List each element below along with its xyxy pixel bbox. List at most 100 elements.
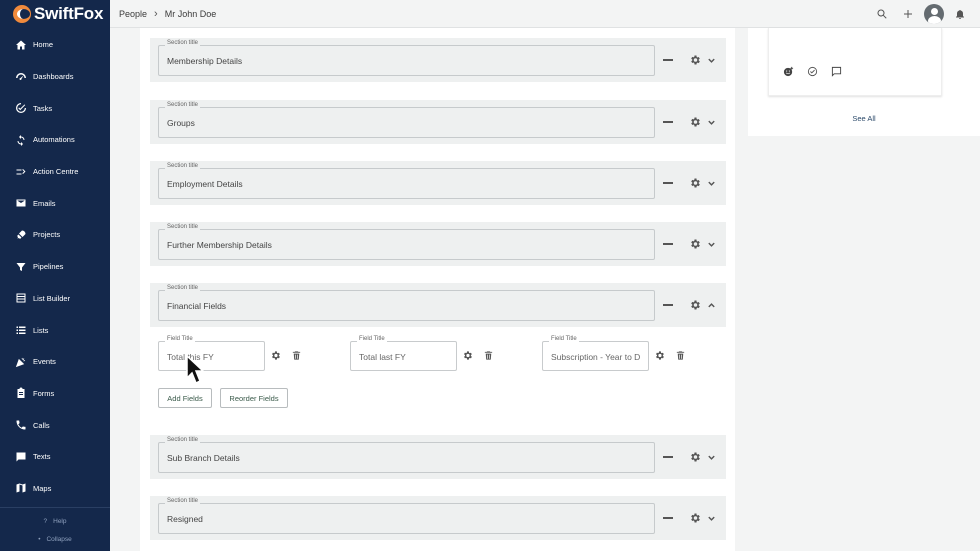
field-label: Section title	[165, 224, 201, 230]
chevron-up-icon[interactable]	[707, 301, 716, 310]
sidebar-item-events[interactable]: Events	[0, 346, 110, 378]
field-value: Membership Details	[167, 56, 243, 66]
drag-handle-icon[interactable]	[663, 57, 673, 62]
sidebar-item-label: Home	[33, 40, 54, 50]
field-actions	[462, 350, 504, 361]
sidebar-item-label: Emails	[33, 198, 56, 208]
chevron-down-icon[interactable]	[707, 118, 716, 127]
drag-handle-icon[interactable]	[663, 454, 673, 459]
section-row: Section title Employment Details	[150, 161, 726, 205]
section-row: Section title Sub Branch Details	[150, 435, 726, 479]
gear-icon[interactable]	[270, 350, 281, 361]
add-fields-button[interactable]: Add Fields	[158, 388, 212, 408]
user-avatar[interactable]	[924, 4, 944, 24]
field-label: Section title	[165, 285, 201, 291]
chevron-down-icon[interactable]	[707, 56, 716, 65]
activity-actions	[783, 66, 855, 77]
trash-icon[interactable]	[483, 350, 494, 361]
gear-icon[interactable]	[689, 238, 701, 250]
sidebar-item-label: Pipelines	[33, 262, 64, 272]
sidebar: SwiftFox Home Dashboards Tasks Automatio…	[0, 0, 110, 551]
section-title-field[interactable]: Section title Membership Details	[158, 40, 655, 76]
drag-handle-icon[interactable]	[663, 515, 673, 520]
financial-field-input[interactable]: Field Title Subscription - Year to D	[542, 336, 649, 371]
search-icon[interactable]	[872, 4, 892, 24]
gear-icon[interactable]	[689, 54, 701, 66]
help-icon: ?	[43, 517, 48, 525]
section-title-field[interactable]: Section title Financial Fields	[158, 285, 655, 321]
drag-handle-icon[interactable]	[663, 302, 673, 307]
sidebar-item-label: Tasks	[33, 103, 53, 113]
phone-icon	[15, 419, 27, 431]
chevron-down-icon[interactable]	[707, 179, 716, 188]
gear-icon[interactable]	[654, 350, 665, 361]
gear-icon[interactable]	[689, 451, 701, 463]
drag-handle-icon[interactable]	[663, 180, 673, 185]
sidebar-item-calls[interactable]: Calls	[0, 409, 110, 441]
financial-field-input[interactable]: Field Title Total this FY	[158, 336, 265, 371]
clipboard-icon	[15, 387, 27, 399]
comment-icon[interactable]	[831, 66, 842, 77]
trash-icon[interactable]	[291, 350, 302, 361]
sidebar-item-home[interactable]: Home	[0, 29, 110, 61]
list-icon	[15, 324, 27, 336]
field-value: Total last FY	[359, 352, 406, 362]
trash-icon[interactable]	[675, 350, 686, 361]
bell-icon[interactable]	[950, 4, 970, 24]
sidebar-item-forms[interactable]: Forms	[0, 378, 110, 410]
field-label: Section title	[165, 163, 201, 169]
section-row: Section title Further Membership Details	[150, 222, 726, 266]
sidebar-item-tasks[interactable]: Tasks	[0, 92, 110, 124]
collapse-label: Collapse	[46, 535, 72, 543]
check-circle-icon	[15, 102, 27, 114]
sidebar-item-maps[interactable]: Maps	[0, 473, 110, 505]
reorder-fields-button[interactable]: Reorder Fields	[220, 388, 288, 408]
chevron-down-icon[interactable]	[707, 453, 716, 462]
sidebar-item-automations[interactable]: Automations	[0, 124, 110, 156]
gear-icon[interactable]	[689, 299, 701, 311]
sidebar-item-pipelines[interactable]: Pipelines	[0, 251, 110, 283]
filter-icon	[15, 261, 27, 273]
field-value: Resigned	[167, 514, 203, 524]
sidebar-item-lists[interactable]: Lists	[0, 314, 110, 346]
breadcrumb: People › Mr John Doe	[110, 8, 216, 20]
check-circle-icon[interactable]	[807, 66, 818, 77]
field-value: Groups	[167, 118, 195, 128]
section-actions	[663, 512, 716, 524]
chevron-down-icon[interactable]	[707, 514, 716, 523]
sidebar-item-action-centre[interactable]: Action Centre	[0, 156, 110, 188]
sidebar-item-projects[interactable]: Projects	[0, 219, 110, 251]
chevron-down-icon[interactable]	[707, 240, 716, 249]
gear-icon[interactable]	[462, 350, 473, 361]
breadcrumb-parent[interactable]: People	[119, 9, 147, 19]
collapse-button[interactable]: • Collapse	[0, 530, 110, 548]
financial-field-input[interactable]: Field Title Total last FY	[350, 336, 457, 371]
section-title-field[interactable]: Section title Sub Branch Details	[158, 437, 655, 473]
sidebar-item-dashboards[interactable]: Dashboards	[0, 61, 110, 93]
sidebar-item-texts[interactable]: Texts	[0, 441, 110, 473]
emoji-add-icon[interactable]	[783, 66, 794, 77]
gear-icon[interactable]	[689, 512, 701, 524]
map-icon	[15, 482, 27, 494]
add-icon[interactable]	[898, 4, 918, 24]
drag-handle-icon[interactable]	[663, 119, 673, 124]
sidebar-item-label: Maps	[33, 483, 52, 493]
field-actions	[654, 350, 696, 361]
field-value: Total this FY	[167, 352, 214, 362]
section-title-field[interactable]: Section title Employment Details	[158, 163, 655, 199]
section-title-field[interactable]: Section title Groups	[158, 102, 655, 138]
collapse-icon: •	[38, 535, 41, 543]
section-title-field[interactable]: Section title Resigned	[158, 498, 655, 534]
logo[interactable]: SwiftFox	[0, 0, 110, 28]
section-title-field[interactable]: Section title Further Membership Details	[158, 224, 655, 260]
help-link[interactable]: ? Help	[0, 512, 110, 530]
drag-handle-icon[interactable]	[663, 241, 673, 246]
gear-icon[interactable]	[689, 177, 701, 189]
sidebar-item-label: Events	[33, 357, 56, 367]
see-all-link[interactable]: See All	[748, 114, 980, 123]
sidebar-item-list-builder[interactable]: List Builder	[0, 283, 110, 315]
section-row: Section title Resigned	[150, 496, 726, 540]
gear-icon[interactable]	[689, 116, 701, 128]
field-label: Field Title	[549, 336, 579, 342]
sidebar-item-emails[interactable]: Emails	[0, 187, 110, 219]
